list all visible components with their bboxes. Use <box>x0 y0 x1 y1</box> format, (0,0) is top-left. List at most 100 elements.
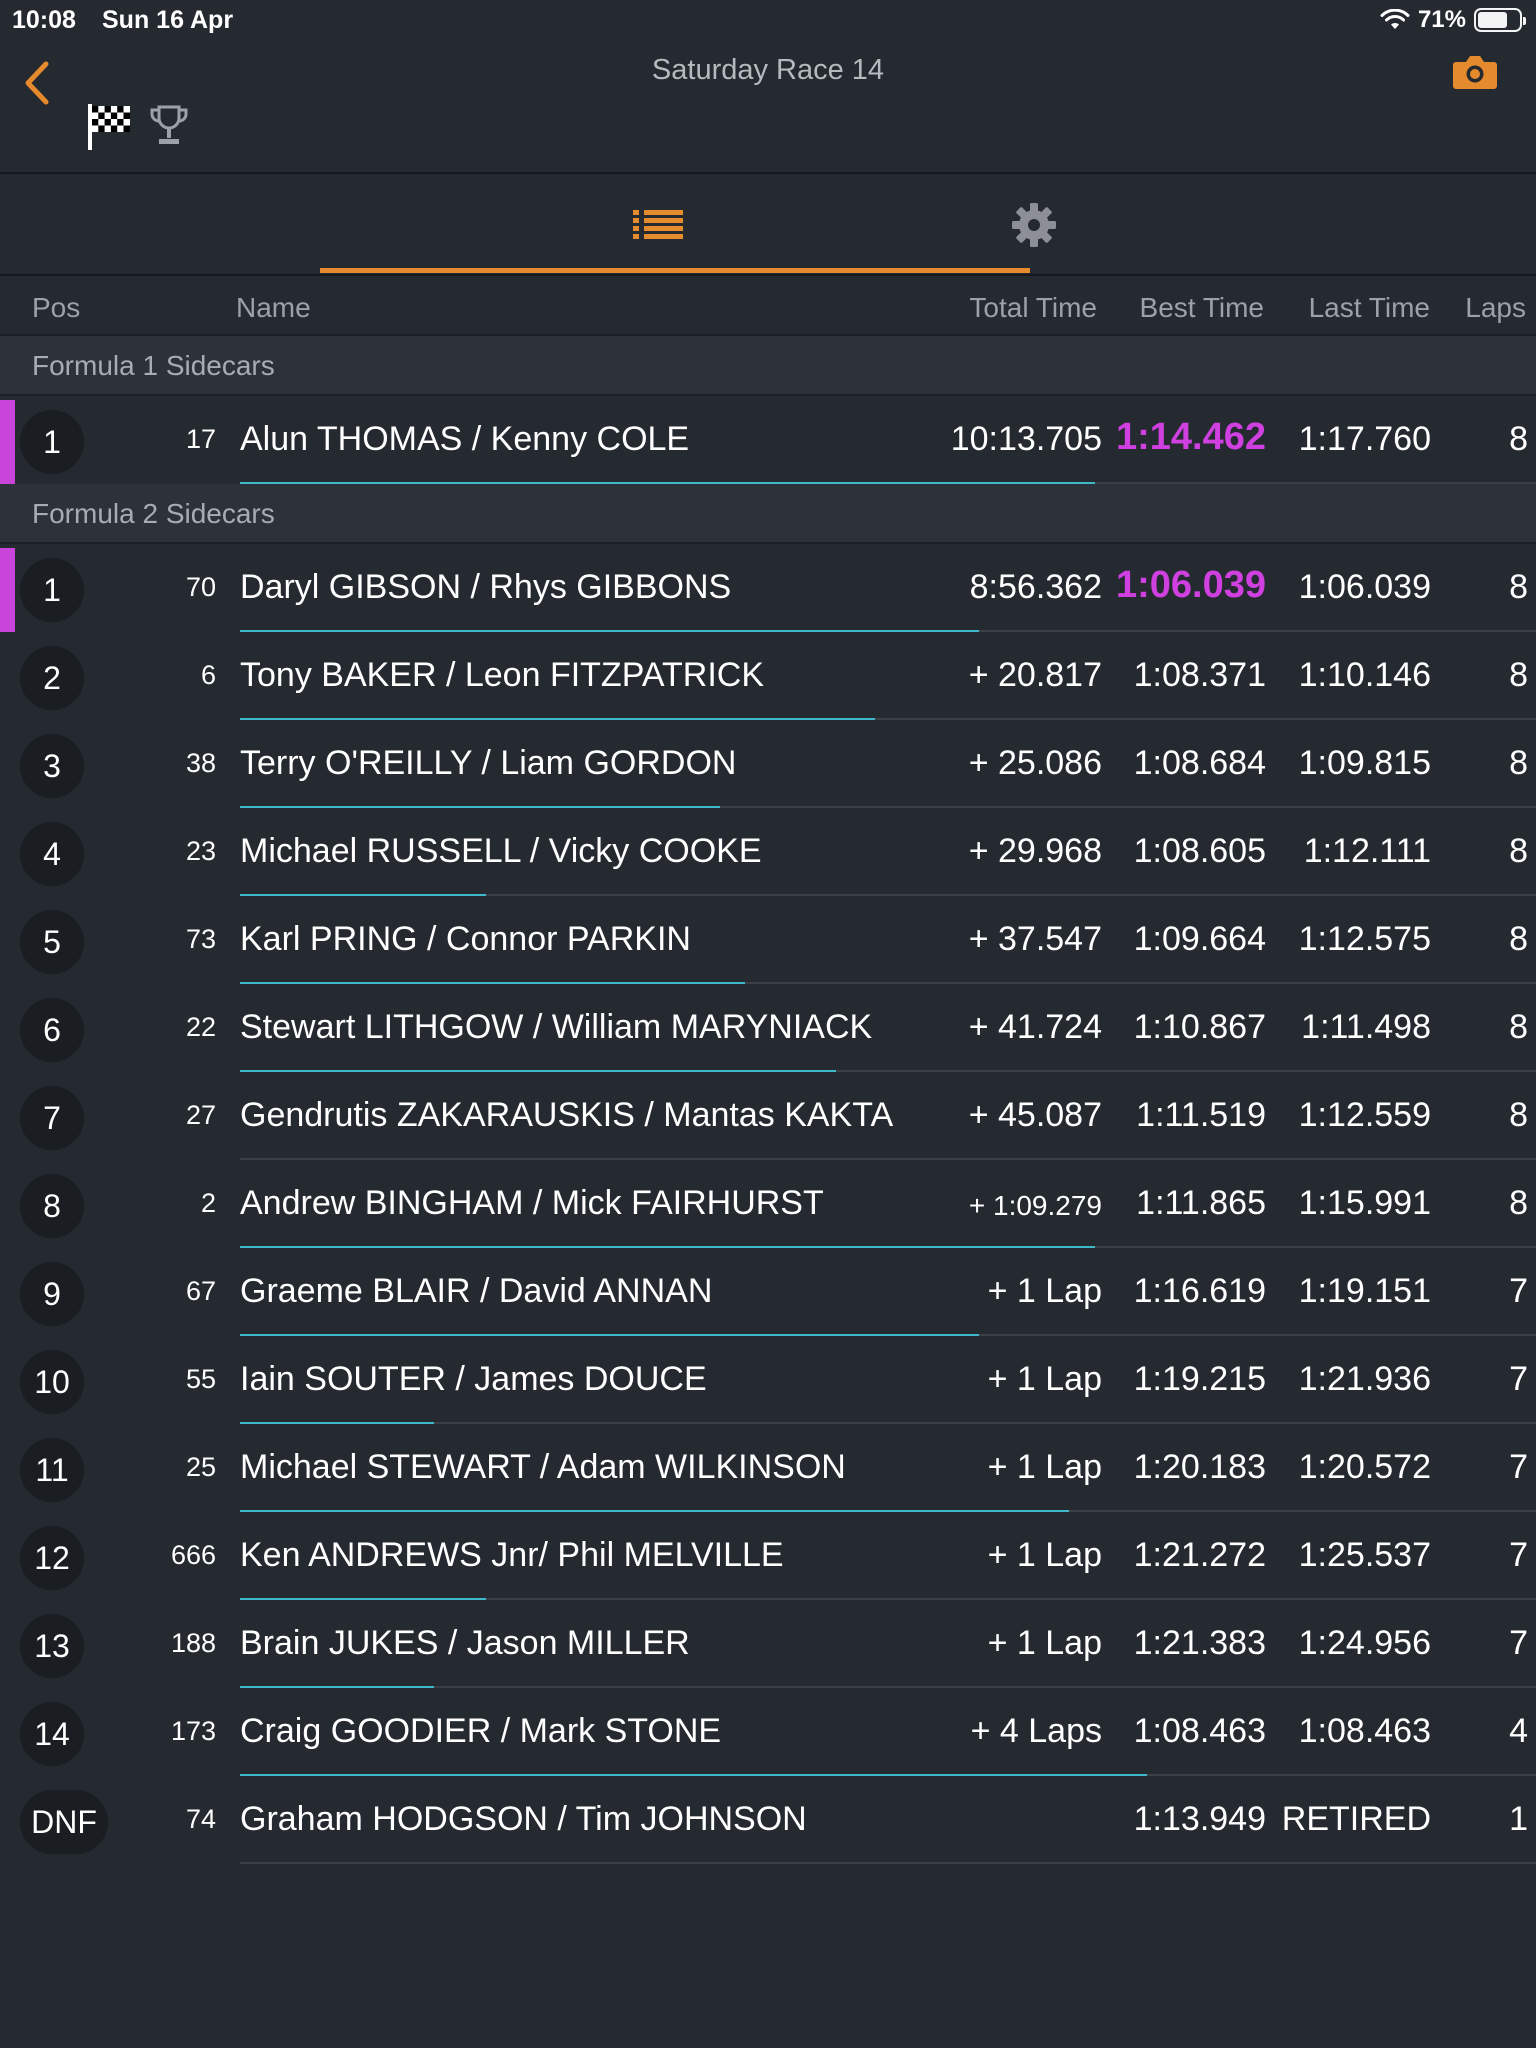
checkered-flag-icon[interactable] <box>86 102 132 152</box>
race-number: 70 <box>185 572 216 602</box>
competitor-name: Stewart LITHGOW / William MARYNIACK <box>240 1008 873 1046</box>
table-row[interactable]: 10 55 Iain SOUTER / James DOUCE + 1 Lap … <box>0 1336 1536 1424</box>
table-row[interactable]: 1 70 Daryl GIBSON / Rhys GIBBONS 8:56.36… <box>0 544 1536 632</box>
race-number: 2 <box>200 1188 216 1218</box>
column-last-time[interactable]: Last Time <box>1309 292 1430 324</box>
total-time: + 1 Lap <box>987 1536 1102 1574</box>
position-badge: 8 <box>20 1174 84 1238</box>
last-time: 1:15.991 <box>1298 1184 1431 1222</box>
table-row[interactable]: 6 22 Stewart LITHGOW / William MARYNIACK… <box>0 984 1536 1072</box>
total-time: + 45.087 <box>968 1096 1102 1134</box>
position-badge: 10 <box>20 1350 84 1414</box>
table-row[interactable]: 8 2 Andrew BINGHAM / Mick FAIRHURST + 1:… <box>0 1160 1536 1248</box>
competitor-name: Alun THOMAS / Kenny COLE <box>240 420 690 458</box>
last-time: 1:17.760 <box>1298 420 1431 458</box>
table-row[interactable]: 9 67 Graeme BLAIR / David ANNAN + 1 Lap … <box>0 1248 1536 1336</box>
best-time: 1:06.039 <box>1115 564 1266 606</box>
total-time: + 41.724 <box>968 1008 1102 1046</box>
wifi-icon <box>1380 9 1410 29</box>
race-number: 173 <box>170 1716 216 1746</box>
trophy-icon[interactable] <box>148 104 190 148</box>
best-time: 1:11.865 <box>1136 1184 1266 1222</box>
gear-icon <box>1012 203 1056 247</box>
last-time: 1:21.936 <box>1298 1360 1431 1398</box>
column-best-time[interactable]: Best Time <box>1140 292 1264 324</box>
position-badge: 6 <box>20 998 84 1062</box>
tab-settings[interactable] <box>996 176 1072 274</box>
laps-count: 8 <box>1509 568 1528 606</box>
competitor-name: Karl PRING / Connor PARKIN <box>240 920 691 958</box>
last-time: 1:12.111 <box>1303 832 1431 870</box>
laps-count: 7 <box>1509 1448 1528 1486</box>
table-row[interactable]: 4 23 Michael RUSSELL / Vicky COOKE + 29.… <box>0 808 1536 896</box>
position-badge: 14 <box>20 1702 84 1766</box>
column-laps[interactable]: Laps <box>1465 292 1526 324</box>
table-row[interactable]: 12 666 Ken ANDREWS Jnr/ Phil MELVILLE + … <box>0 1512 1536 1600</box>
table-row[interactable]: 5 73 Karl PRING / Connor PARKIN + 37.547… <box>0 896 1536 984</box>
last-time: 1:19.151 <box>1298 1272 1431 1310</box>
competitor-name: Ken ANDREWS Jnr/ Phil MELVILLE <box>240 1536 784 1574</box>
last-time: 1:09.815 <box>1298 744 1431 782</box>
status-date: Sun 16 Apr <box>102 6 234 34</box>
competitor-name: Michael STEWART / Adam WILKINSON <box>240 1448 846 1486</box>
position-badge: 3 <box>20 734 84 798</box>
position-badge: 7 <box>20 1086 84 1150</box>
table-row[interactable]: 11 25 Michael STEWART / Adam WILKINSON +… <box>0 1424 1536 1512</box>
best-time: 1:20.183 <box>1133 1448 1266 1486</box>
table-row[interactable]: 14 173 Craig GOODIER / Mark STONE + 4 La… <box>0 1688 1536 1776</box>
column-pos[interactable]: Pos <box>32 292 80 324</box>
laps-count: 7 <box>1509 1536 1528 1574</box>
status-right: 71% <box>1380 6 1526 34</box>
best-time: 1:08.463 <box>1133 1712 1266 1750</box>
position-badge: 4 <box>20 822 84 886</box>
total-time: 8:56.362 <box>969 568 1102 606</box>
best-time: 1:21.383 <box>1133 1624 1266 1662</box>
column-header: Pos Name Total Time Best Time Last Time … <box>0 278 1536 336</box>
last-time: 1:12.559 <box>1298 1096 1431 1134</box>
best-time: 1:08.684 <box>1133 744 1266 782</box>
last-time: RETIRED <box>1281 1800 1431 1838</box>
total-time: + 25.086 <box>968 744 1102 782</box>
table-row[interactable]: DNF 74 Graham HODGSON / Tim JOHNSON 1:13… <box>0 1776 1536 1864</box>
column-total-time[interactable]: Total Time <box>969 292 1097 324</box>
competitor-name: Tony BAKER / Leon FITZPATRICK <box>240 656 765 694</box>
best-time: 1:19.215 <box>1133 1360 1266 1398</box>
position-badge: 1 <box>20 558 84 622</box>
position-badge: 9 <box>20 1262 84 1326</box>
last-time: 1:25.537 <box>1298 1536 1431 1574</box>
total-time: 10:13.705 <box>950 420 1102 458</box>
laps-count: 8 <box>1509 420 1528 458</box>
laps-count: 4 <box>1509 1712 1528 1750</box>
column-name[interactable]: Name <box>236 292 311 324</box>
table-row[interactable]: 2 6 Tony BAKER / Leon FITZPATRICK + 20.8… <box>0 632 1536 720</box>
race-number: 55 <box>185 1364 216 1394</box>
position-badge: 11 <box>20 1438 84 1502</box>
race-number: 6 <box>200 660 216 690</box>
laps-count: 8 <box>1509 744 1528 782</box>
competitor-name: Gendrutis ZAKARAUSKIS / Mantas KAKTA <box>240 1096 894 1134</box>
competitor-name: Daryl GIBSON / Rhys GIBBONS <box>240 568 732 606</box>
status-bar: 10:08 Sun 16 Apr 71% <box>0 0 1536 40</box>
total-time: + 1 Lap <box>987 1624 1102 1662</box>
last-time: 1:06.039 <box>1298 568 1431 606</box>
camera-button[interactable] <box>1452 52 1498 92</box>
total-time: + 1 Lap <box>987 1448 1102 1486</box>
table-row[interactable]: 13 188 Brain JUKES / Jason MILLER + 1 La… <box>0 1600 1536 1688</box>
best-time: 1:10.867 <box>1133 1008 1266 1046</box>
position-badge: 12 <box>20 1526 84 1590</box>
race-number: 17 <box>185 424 216 454</box>
list-icon <box>633 210 683 239</box>
table-row[interactable]: 3 38 Terry O'REILLY / Liam GORDON + 25.0… <box>0 720 1536 808</box>
tab-results-list[interactable] <box>320 176 996 274</box>
laps-count: 8 <box>1509 1008 1528 1046</box>
position-badge: 5 <box>20 910 84 974</box>
leader-indicator <box>0 400 15 484</box>
total-time: + 20.817 <box>968 656 1102 694</box>
competitor-name: Iain SOUTER / James DOUCE <box>240 1360 707 1398</box>
table-row[interactable]: 7 27 Gendrutis ZAKARAUSKIS / Mantas KAKT… <box>0 1072 1536 1160</box>
last-time: 1:20.572 <box>1298 1448 1431 1486</box>
group-header: Formula 1 Sidecars <box>0 336 1536 396</box>
best-time: 1:14.462 <box>1115 416 1266 458</box>
table-row[interactable]: 1 17 Alun THOMAS / Kenny COLE 10:13.705 … <box>0 396 1536 484</box>
race-number: 23 <box>185 836 216 866</box>
